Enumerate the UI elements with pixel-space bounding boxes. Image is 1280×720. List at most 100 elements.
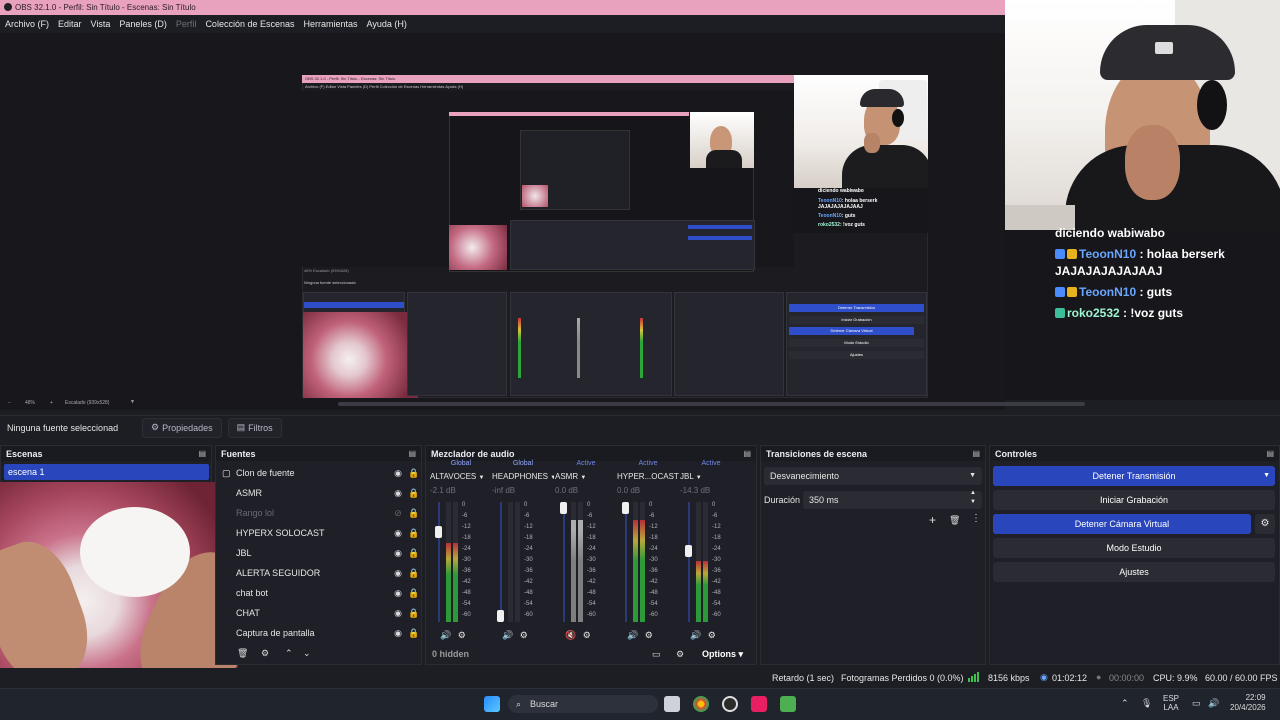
- mixer-layout-icon[interactable]: ▭: [652, 649, 661, 660]
- menu-perfil[interactable]: Perfil: [176, 19, 197, 29]
- lock-icon[interactable]: 🔒: [408, 628, 420, 639]
- source-item[interactable]: Rango lol ⊘ 🔒: [220, 504, 420, 522]
- lock-icon[interactable]: 🔒: [408, 528, 420, 539]
- windows-start-icon[interactable]: [484, 696, 500, 712]
- fader-knob[interactable]: [622, 502, 629, 514]
- eye-hidden-icon[interactable]: ⊘: [392, 508, 404, 519]
- microphone-icon[interactable]: 🎙: [1141, 698, 1152, 709]
- channel-name[interactable]: HYPER...OCAST ▼: [617, 472, 679, 484]
- minecraft-icon[interactable]: [780, 696, 796, 712]
- filters-button[interactable]: ▤ Filtros: [227, 417, 282, 438]
- lock-icon[interactable]: 🔒: [408, 608, 420, 619]
- eye-icon[interactable]: ◉: [392, 588, 404, 599]
- channel-name[interactable]: ALTAVOCES ▼: [430, 472, 492, 484]
- source-item[interactable]: CHAT ◉ 🔒: [220, 604, 420, 622]
- eye-icon[interactable]: ◉: [392, 608, 404, 619]
- trash-icon[interactable]: 🗑: [237, 648, 248, 659]
- trash-icon[interactable]: 🗑: [949, 515, 960, 526]
- gear-icon[interactable]: ⚙: [583, 630, 591, 640]
- channel-name[interactable]: JBL ▼: [680, 472, 742, 484]
- eye-icon[interactable]: ◉: [392, 628, 404, 639]
- gear-icon[interactable]: ⚙: [458, 630, 466, 640]
- source-item[interactable]: ASMR ◉ 🔒: [220, 484, 420, 502]
- transition-select[interactable]: Desvanecimiento ▼: [764, 467, 982, 485]
- zoom-out-icon[interactable]: −: [8, 400, 11, 406]
- start-record-button[interactable]: Iniciar Grabación: [993, 490, 1275, 510]
- menu-vista[interactable]: Vista: [91, 19, 111, 29]
- dock-menu-icon[interactable]: ▤: [972, 449, 980, 458]
- menu-paneles[interactable]: Paneles (D): [119, 19, 167, 29]
- eye-icon[interactable]: ◉: [392, 528, 404, 539]
- eye-icon[interactable]: ◉: [392, 568, 404, 579]
- gear-icon[interactable]: ⚙: [520, 630, 528, 640]
- source-item[interactable]: JBL ◉ 🔒: [220, 544, 420, 562]
- source-item[interactable]: ALERTA SEGUIDOR ◉ 🔒: [220, 564, 420, 582]
- fader-knob[interactable]: [560, 502, 567, 514]
- dock-menu-icon[interactable]: ▤: [1266, 449, 1274, 458]
- lock-icon[interactable]: 🔒: [408, 488, 420, 499]
- volume-icon[interactable]: 🔊: [1208, 698, 1219, 709]
- speaker-icon[interactable]: 🔊: [690, 630, 701, 640]
- stop-stream-button[interactable]: Detener Transmisión ▼: [993, 466, 1275, 486]
- menu-coleccion-escenas[interactable]: Colección de Escenas: [205, 19, 294, 29]
- volume-fader[interactable]: [688, 502, 690, 622]
- lock-icon[interactable]: 🔒: [408, 568, 420, 579]
- eye-icon[interactable]: ◉: [392, 468, 404, 479]
- source-item[interactable]: ▢ Clon de fuente ◉ 🔒: [220, 464, 420, 482]
- chrome-icon[interactable]: [693, 696, 709, 712]
- lock-icon[interactable]: 🔒: [408, 548, 420, 559]
- speaker-icon[interactable]: 🔊: [627, 630, 638, 640]
- menu-archivo[interactable]: Archivo (F): [5, 19, 49, 29]
- channel-name[interactable]: HEADPHONES ▼: [492, 472, 554, 484]
- stepper-icon[interactable]: ▲ ▼: [970, 489, 976, 507]
- menu-editar[interactable]: Editar: [58, 19, 82, 29]
- dock-menu-icon[interactable]: ▤: [743, 449, 751, 458]
- chevron-down-icon[interactable]: ⌄: [303, 648, 311, 659]
- lock-icon[interactable]: 🔒: [408, 508, 420, 519]
- scene-item[interactable]: escena 1: [4, 464, 209, 480]
- gear-icon[interactable]: ⚙: [261, 648, 269, 659]
- settings-button[interactable]: Ajustes: [993, 562, 1275, 582]
- studio-mode-button[interactable]: Modo Estudio: [993, 538, 1275, 558]
- source-item[interactable]: HYPERX SOLOCAST ◉ 🔒: [220, 524, 420, 542]
- chevron-up-icon[interactable]: ⌃: [285, 648, 293, 659]
- lock-icon[interactable]: 🔒: [408, 588, 420, 599]
- speaker-muted-icon[interactable]: 🔇: [565, 630, 576, 640]
- speaker-icon[interactable]: 🔊: [440, 630, 451, 640]
- chevron-down-icon[interactable]: ▼: [130, 399, 135, 405]
- gear-icon[interactable]: ⚙: [645, 630, 653, 640]
- source-item[interactable]: Captura de pantalla ◉ 🔒: [220, 624, 420, 642]
- chevron-up-icon[interactable]: ⌃: [1121, 698, 1129, 709]
- properties-button[interactable]: ⚙ Propiedades: [142, 417, 222, 438]
- duration-input[interactable]: 350 ms ▲ ▼: [803, 489, 982, 509]
- zoom-in-icon[interactable]: +: [50, 400, 53, 406]
- more-vertical-icon[interactable]: ⋮: [971, 513, 981, 524]
- menu-ayuda[interactable]: Ayuda (H): [367, 19, 407, 29]
- clock[interactable]: 22:09 20/4/2026: [1230, 693, 1266, 713]
- lock-icon[interactable]: 🔒: [408, 468, 420, 479]
- fader-knob[interactable]: [685, 545, 692, 558]
- speaker-icon[interactable]: 🔊: [502, 630, 513, 640]
- mixer-settings-icon[interactable]: ⚙: [676, 649, 684, 660]
- taskbar-search[interactable]: ⌕ Buscar: [508, 695, 658, 713]
- vcam-settings-icon[interactable]: ⚙: [1255, 514, 1275, 534]
- dock-menu-icon[interactable]: ▤: [198, 449, 206, 458]
- mixer-options-button[interactable]: Options ▾: [702, 649, 743, 660]
- preview-scrollbar[interactable]: [338, 402, 1085, 406]
- eye-icon[interactable]: ◉: [392, 548, 404, 559]
- source-item[interactable]: chat bot ◉ 🔒: [220, 584, 420, 602]
- eye-icon[interactable]: ◉: [392, 488, 404, 499]
- language-indicator[interactable]: ESP LAA: [1163, 694, 1179, 712]
- menu-herramientas[interactable]: Herramientas: [304, 19, 358, 29]
- volume-fader[interactable]: [563, 502, 565, 622]
- tiktok-icon[interactable]: [751, 696, 767, 712]
- volume-fader[interactable]: [500, 502, 502, 622]
- volume-fader[interactable]: [438, 502, 440, 622]
- explorer-icon[interactable]: [664, 696, 680, 712]
- gear-icon[interactable]: ⚙: [708, 630, 716, 640]
- channel-name[interactable]: ASMR ▼: [555, 472, 617, 484]
- fader-knob[interactable]: [497, 610, 504, 622]
- dock-menu-icon[interactable]: ▤: [408, 449, 416, 458]
- stop-virtual-camera-button[interactable]: Detener Cámara Virtual: [993, 514, 1251, 534]
- chevron-down-icon[interactable]: ▼: [1263, 466, 1270, 486]
